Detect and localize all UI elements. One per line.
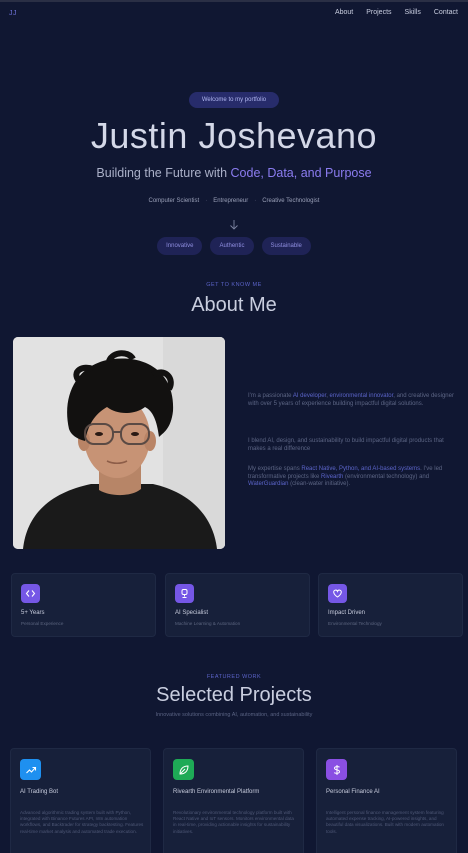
leaf-icon bbox=[173, 759, 194, 780]
stat-title: 5+ Years bbox=[21, 610, 45, 616]
project-title: Rivearth Environmental Platform bbox=[173, 789, 260, 795]
hero-roles: Computer Scientist · Entrepreneur · Creative… bbox=[148, 198, 320, 204]
code-icon bbox=[21, 584, 40, 603]
project-description: Revolutionary environmental technology p… bbox=[173, 810, 294, 834]
project-card-rivearth[interactable]: Rivearth Environmental Platform Revoluti… bbox=[163, 748, 304, 853]
role-item: Creative Technologist bbox=[262, 198, 320, 204]
hero-name: Justin Joshevano bbox=[90, 115, 378, 156]
dollar-icon bbox=[326, 759, 347, 780]
projects-kicker: FEATURED WORK bbox=[206, 674, 262, 680]
stat-card-experience: 5+ Years Personal Experience bbox=[11, 573, 156, 637]
pill-innovative: Innovative bbox=[157, 237, 203, 255]
about-title: About Me bbox=[191, 294, 277, 316]
stat-card-impact: Impact Driven Environmental Technology bbox=[318, 573, 463, 637]
stat-title: Impact Driven bbox=[328, 610, 366, 616]
value-pills: Innovative Authentic Sustainable bbox=[0, 237, 468, 255]
nav-link-skills[interactable]: Skills bbox=[405, 9, 421, 16]
about-paragraph-2: I blend AI, design, and sustainability t… bbox=[248, 438, 444, 452]
profile-photo bbox=[13, 337, 225, 549]
project-title: AI Trading Bot bbox=[20, 789, 59, 795]
trophy-icon bbox=[175, 584, 194, 603]
nav-links: About Projects Skills Contact bbox=[335, 9, 458, 16]
role-item: Entrepreneur bbox=[213, 198, 249, 204]
nav-link-contact[interactable]: Contact bbox=[434, 9, 458, 16]
hero-subtitle-prefix: Building the Future with bbox=[96, 166, 231, 180]
role-item: Computer Scientist bbox=[148, 198, 200, 204]
stat-card-ai-specialist: AI Specialist Machine Learning & Automat… bbox=[165, 573, 310, 637]
logo[interactable]: JJ bbox=[9, 10, 17, 17]
heart-icon bbox=[328, 584, 347, 603]
stat-subtitle: Personal Experience bbox=[21, 621, 64, 626]
stat-subtitle: Machine Learning & Automation bbox=[175, 621, 241, 626]
scroll-down-arrow-icon[interactable] bbox=[228, 219, 240, 231]
stat-subtitle: Environmental Technology bbox=[328, 621, 382, 626]
nav-link-about[interactable]: About bbox=[335, 9, 353, 16]
about-paragraph-1: I'm a passionate AI developer, environme… bbox=[248, 393, 454, 407]
project-card-finance-ai[interactable]: Personal Finance AI Intelligent personal… bbox=[316, 748, 457, 853]
projects-subtitle: Innovative solutions combining AI, autom… bbox=[155, 712, 313, 718]
trending-up-icon bbox=[20, 759, 41, 780]
project-title: Personal Finance AI bbox=[326, 789, 380, 795]
hero-subtitle: Building the Future with Code, Data, and… bbox=[0, 166, 468, 180]
hero-subtitle-accent: Code, Data, and Purpose bbox=[230, 166, 372, 180]
navbar: JJ About Projects Skills Contact bbox=[0, 0, 468, 28]
pill-sustainable: Sustainable bbox=[261, 237, 311, 255]
nav-link-projects[interactable]: Projects bbox=[366, 9, 391, 16]
project-description: Advanced algorithmic trading system buil… bbox=[20, 810, 144, 834]
projects-title: Selected Projects bbox=[156, 684, 312, 706]
about-paragraph-3: My expertise spans React Native, Python,… bbox=[248, 466, 443, 488]
pill-authentic: Authentic bbox=[210, 237, 254, 255]
about-kicker: GET TO KNOW ME bbox=[206, 282, 262, 288]
project-card-trading-bot[interactable]: AI Trading Bot Advanced algorithmic trad… bbox=[10, 748, 151, 853]
project-description: Intelligent personal finance management … bbox=[326, 810, 444, 834]
welcome-badge: Welcome to my portfolio bbox=[189, 92, 279, 108]
stat-title: AI Specialist bbox=[175, 610, 209, 616]
